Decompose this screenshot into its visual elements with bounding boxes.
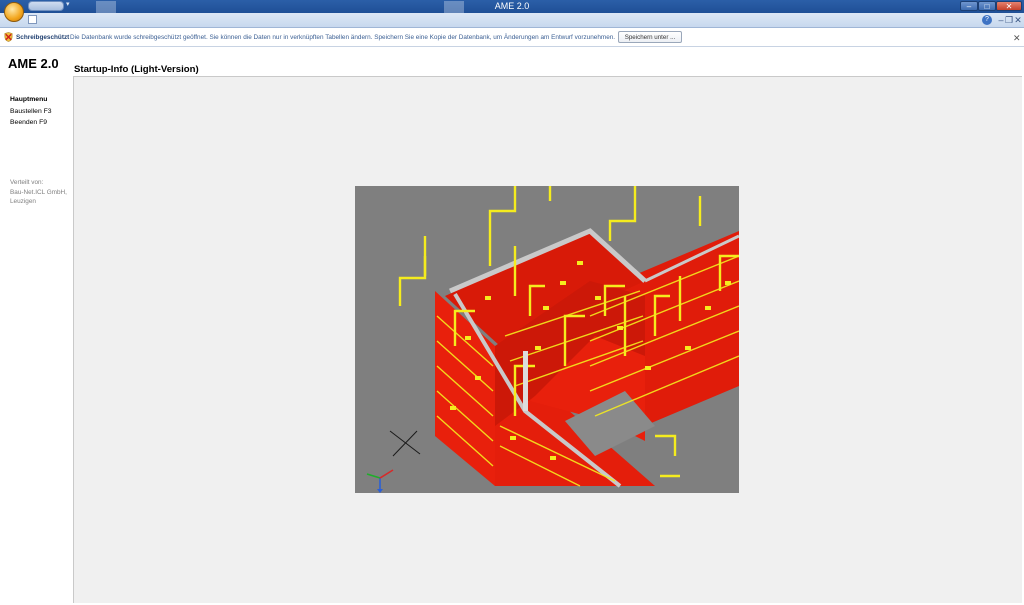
maximize-button[interactable]: □ — [978, 1, 996, 11]
formwork-3d-render — [355, 186, 739, 493]
help-icon[interactable]: ? — [982, 15, 992, 25]
app-title: AME 2.0 — [8, 56, 59, 71]
app-area: AME 2.0 Hauptmenu Baustellen F3 Beenden … — [0, 48, 1024, 605]
distributor-value: Bau-Net.ICL GmbH, Leuzigen — [10, 189, 67, 205]
window-title: AME 2.0 — [494, 1, 530, 11]
document-close-icon[interactable]: ✕ — [1013, 15, 1023, 25]
message-bar-close-icon[interactable]: ✕ — [1013, 33, 1021, 44]
distributor-label: Verteilt von: — [10, 179, 44, 186]
message-bar-title: Schreibgeschützt — [16, 34, 70, 41]
formwork-3d-image — [355, 186, 739, 493]
shield-warning-icon — [4, 32, 13, 42]
menu-item-baustellen[interactable]: Baustellen F3 — [10, 108, 52, 115]
office-button[interactable] — [4, 2, 24, 22]
title-bar: ▾ AME 2.0 – □ ✕ — [0, 0, 1024, 13]
content-title: Startup-Info (Light-Version) — [74, 64, 199, 75]
main-menu-heading: Hauptmenu — [10, 96, 48, 103]
save-as-button[interactable]: Speichern unter ... — [618, 31, 682, 43]
ribbon-expand-icon[interactable] — [28, 15, 37, 24]
message-bar: Schreibgeschützt Die Datenbank wurde sch… — [0, 28, 1024, 47]
ribbon: ? – ❐ ✕ — [0, 13, 1024, 28]
minimize-button[interactable]: – — [960, 1, 978, 11]
close-button[interactable]: ✕ — [996, 1, 1022, 11]
menu-item-beenden[interactable]: Beenden F9 — [10, 119, 47, 126]
message-bar-text: Die Datenbank wurde schreibgeschützt geö… — [70, 34, 616, 41]
